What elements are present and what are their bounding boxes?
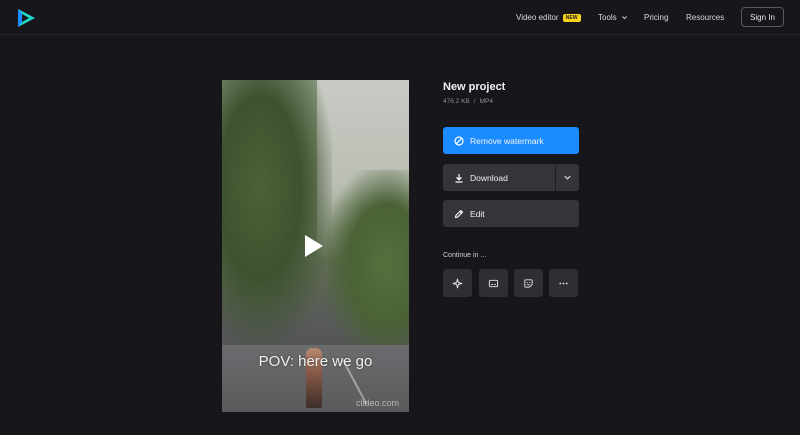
top-navigation: Video editor NEW Tools Pricing Resources… [0,0,800,35]
download-options-toggle[interactable] [555,164,579,191]
continue-tool-sparkle[interactable] [443,269,472,297]
video-caption: POV: here we go [258,353,373,370]
file-format: MP4 [479,98,493,105]
nav-video-editor-label: Video editor [516,13,559,22]
edit-button[interactable]: Edit [443,200,579,227]
download-button[interactable]: Download [443,164,579,191]
pencil-icon [454,209,464,218]
video-trees-left [222,80,332,350]
nav-tools-label: Tools [598,13,617,22]
chevron-down-icon [564,175,571,180]
continue-tool-more[interactable] [549,269,578,297]
sign-in-button[interactable]: Sign In [741,7,784,27]
nav-video-editor[interactable]: Video editor NEW [516,0,581,35]
project-meta: 476.2 KB / MP4 [443,98,493,105]
more-icon [559,282,568,284]
remove-watermark-label: Remove watermark [470,135,544,146]
nav-resources-label: Resources [686,13,725,22]
continue-tool-sticker[interactable] [514,269,543,297]
continue-in-label: Continue in ... [443,252,487,259]
nav-pricing[interactable]: Pricing [644,0,668,35]
edit-label: Edit [470,208,485,219]
sparkle-icon [452,278,463,288]
nav-pricing-label: Pricing [644,13,669,22]
video-trees-right [327,170,409,360]
video-watermark: clideo.com [356,398,400,408]
nav-tools[interactable]: Tools [598,0,628,35]
chevron-down-icon [621,16,627,20]
project-title: New project [443,81,506,93]
download-label: Download [470,172,508,183]
file-size: 476.2 KB [443,98,470,105]
play-icon[interactable] [304,234,324,258]
logo-icon[interactable] [16,8,36,28]
download-icon [455,173,463,183]
continue-tool-subtitles[interactable] [479,269,508,297]
subtitles-icon [488,279,499,287]
sticker-icon [524,278,533,288]
nav-resources[interactable]: Resources [686,0,724,35]
meta-separator: / [473,98,476,105]
new-badge: NEW [562,13,581,22]
no-sign-icon [454,135,464,146]
remove-watermark-button[interactable]: Remove watermark [443,127,579,154]
